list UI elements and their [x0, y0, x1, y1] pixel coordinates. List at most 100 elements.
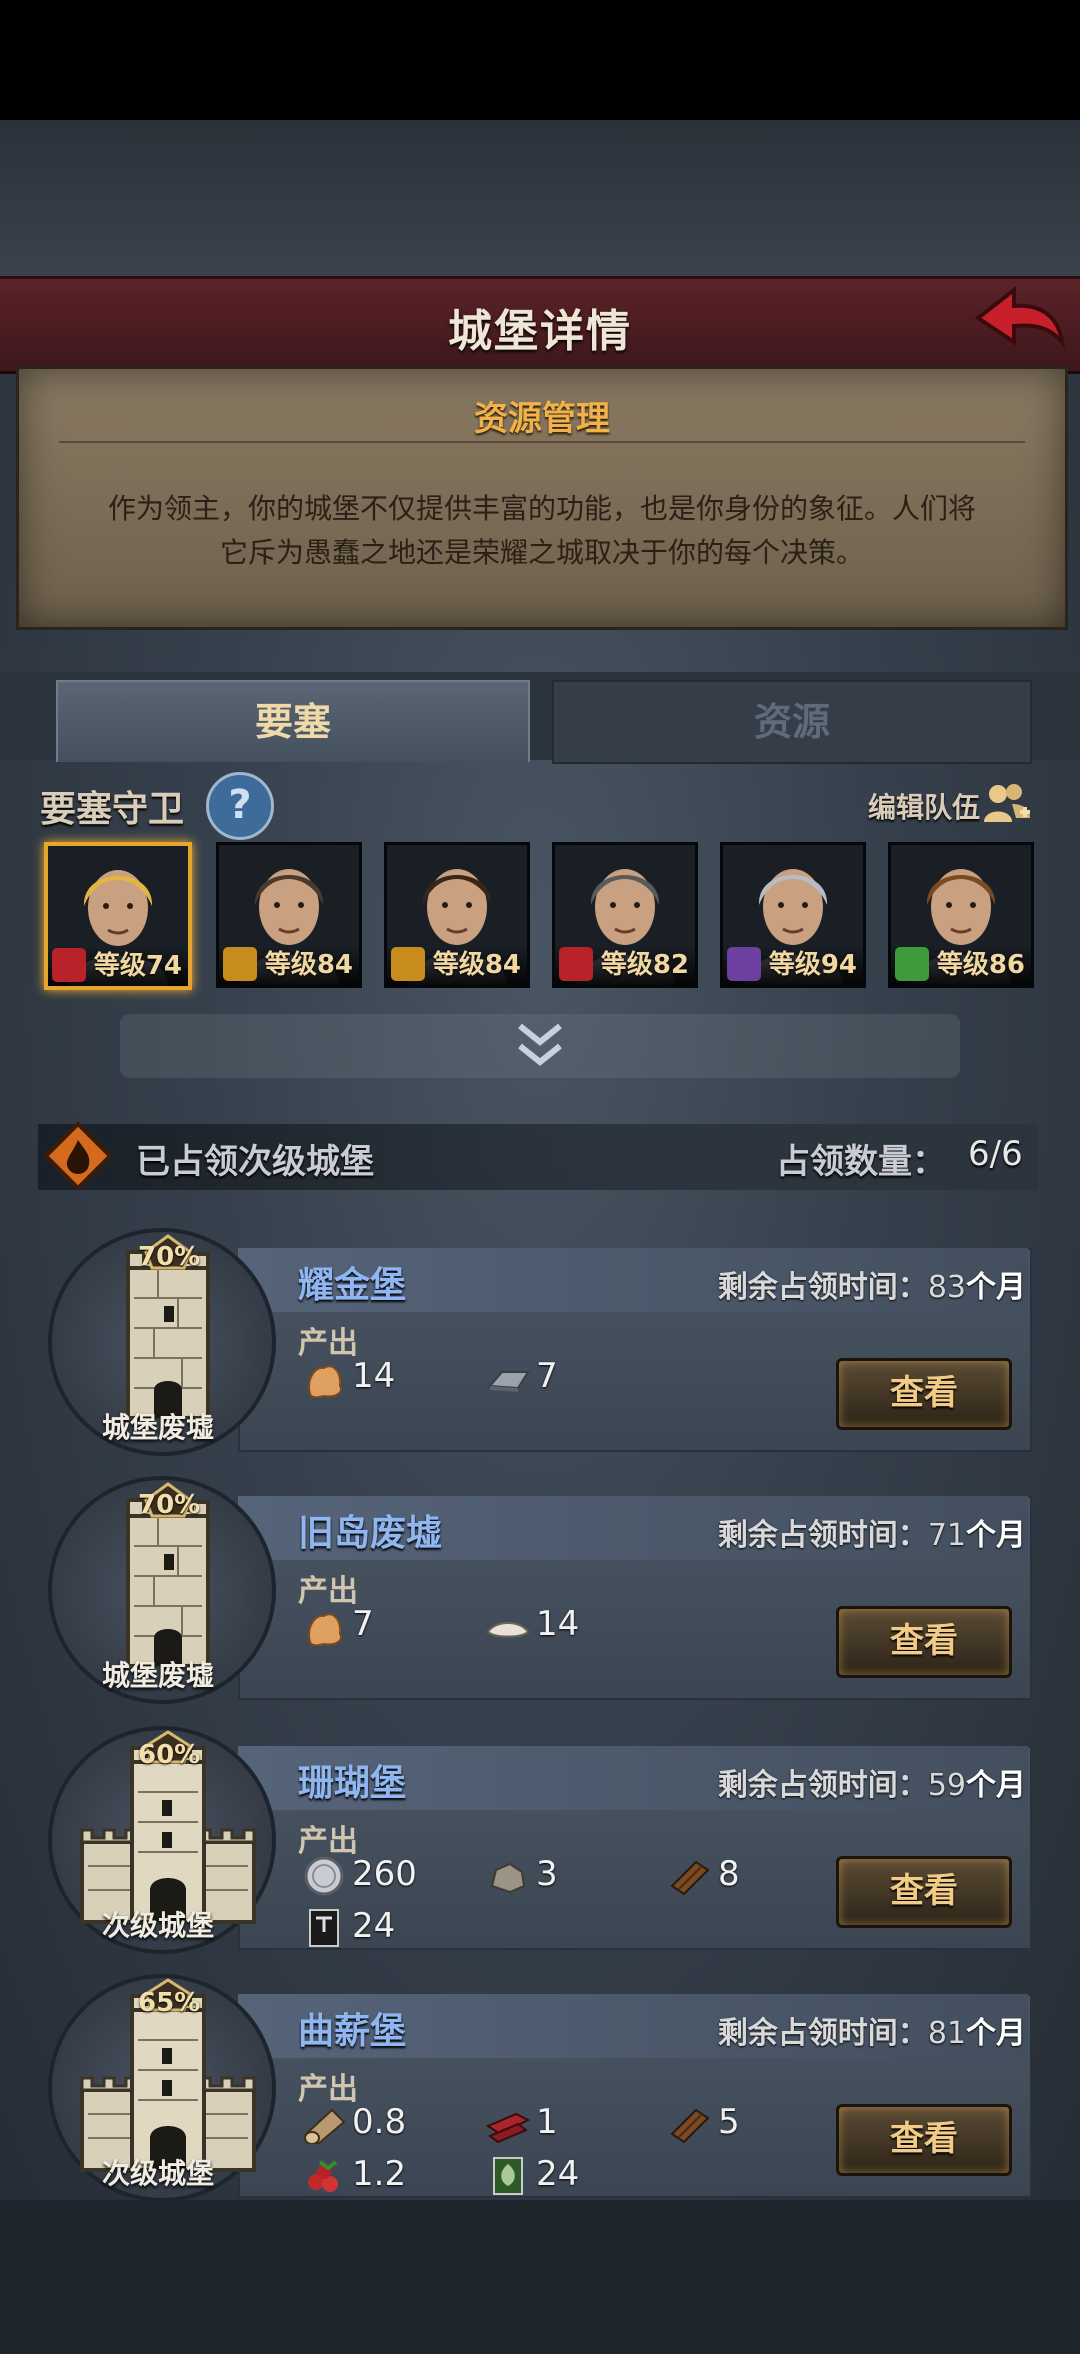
resource-item: 0.8	[302, 2102, 407, 2145]
resource-value: 1	[536, 2102, 558, 2142]
red-plank-icon	[485, 2104, 531, 2144]
grain-icon	[302, 1606, 346, 1646]
edit-team-icon[interactable]	[982, 782, 1032, 826]
resource-item: 7	[302, 1604, 374, 1646]
castle-percent: 70%	[138, 1242, 201, 1272]
description-line-2: 它斥为愚蠢之地还是荣耀之城取决于你的每个决策。	[219, 536, 864, 569]
hero-level: 等级74	[93, 951, 182, 981]
castle-type: 次级城堡	[101, 2157, 214, 2190]
castle-card: 70% 城堡废墟 耀金堡 剩余占领时间：83个月 产出 查看 14 7	[38, 1228, 1032, 1456]
remaining-time-value: 81	[927, 2016, 966, 2051]
resource-item: 260	[302, 1854, 417, 1896]
view-button[interactable]: 查看	[836, 1358, 1012, 1430]
remaining-time-value: 83	[927, 1270, 966, 1305]
occupied-count: 6/6	[968, 1134, 1023, 1174]
info-title: 资源管理	[474, 399, 610, 439]
page-title: 城堡详情	[448, 306, 632, 357]
tab-fortress[interactable]: 要塞	[56, 680, 530, 762]
hero-portrait[interactable]: 等级84	[384, 842, 530, 988]
resource-value: 8	[718, 1854, 740, 1894]
resource-item: 14	[486, 1604, 579, 1646]
help-icon[interactable]: ?	[206, 772, 274, 840]
hero-portrait[interactable]: 等级84	[216, 842, 362, 988]
guards-title: 要塞守卫	[40, 789, 185, 830]
castle-percent: 65%	[138, 1988, 201, 2018]
castle-name: 曲薪堡	[298, 2011, 407, 2052]
hero-portrait[interactable]: 等级74	[44, 842, 192, 990]
silver-coin-icon	[302, 1856, 346, 1896]
remaining-time: 剩余占领时间：59个月	[718, 1760, 1026, 1804]
shield-icon	[391, 947, 425, 981]
hero-level: 等级94	[768, 950, 857, 980]
castle-type: 城堡废墟	[101, 1411, 214, 1444]
view-button[interactable]: 查看	[836, 1606, 1012, 1678]
view-button[interactable]: 查看	[836, 1856, 1012, 1928]
tab-resources[interactable]: 资源	[552, 680, 1032, 764]
staff-icon	[727, 947, 761, 981]
resource-value: 24	[352, 1906, 396, 1946]
plank-icon	[668, 1856, 712, 1896]
header-banner: 城堡详情	[0, 276, 1080, 374]
resource-value: 24	[536, 2154, 580, 2194]
castle-percent: 60%	[138, 1740, 201, 1770]
remaining-time-label: 剩余占领时间：	[717, 1768, 928, 1803]
log-icon	[302, 2104, 346, 2145]
resource-value: 0.8	[352, 2102, 407, 2142]
castle-name: 珊瑚堡	[298, 1763, 407, 1804]
castle-card: 60% 次级城堡 珊瑚堡 剩余占领时间：59个月 产出 查看 260 3 8 24	[38, 1726, 1032, 1954]
remaining-time: 剩余占领时间：83个月	[718, 1262, 1026, 1306]
resource-value: 3	[536, 1854, 558, 1894]
occupied-title: 已占领次级城堡	[136, 1142, 374, 1182]
resource-value: 5	[718, 2102, 740, 2142]
remaining-time-value: 71	[927, 1518, 966, 1553]
hero-portrait[interactable]: 等级82	[552, 842, 698, 988]
expand-chevron-icon[interactable]	[510, 1020, 570, 1072]
info-description: 作为领主，你的城堡不仅提供丰富的功能，也是你身份的象征。人们将 它斥为愚蠢之地还…	[59, 487, 1025, 575]
top-texture	[0, 120, 1080, 280]
salt-icon	[486, 1606, 530, 1646]
black-banner-icon	[302, 1908, 346, 1948]
castle-name: 耀金堡	[298, 1265, 407, 1306]
remaining-time-label: 剩余占领时间：	[717, 1270, 928, 1305]
wolf-icon	[559, 947, 593, 981]
resource-item: 1	[485, 2102, 558, 2144]
resource-item: 24	[302, 1906, 395, 1948]
iron-ingot-icon	[486, 1358, 530, 1398]
remaining-time-unit: 个月	[966, 2016, 1026, 2051]
view-button[interactable]: 查看	[836, 2104, 1012, 2176]
bow-icon	[895, 947, 929, 981]
castle-type: 城堡废墟	[101, 1659, 214, 1692]
castle-card: 70% 城堡废墟 旧岛废墟 剩余占领时间：71个月 产出 查看 7 14	[38, 1476, 1032, 1704]
wolf-icon	[52, 948, 86, 982]
hero-level: 等级84	[432, 950, 521, 980]
resource-value: 14	[536, 1604, 580, 1644]
hero-level: 等级82	[600, 950, 689, 980]
hero-portrait[interactable]: 等级94	[720, 842, 866, 988]
resource-value: 260	[352, 1854, 417, 1894]
hero-portrait[interactable]: 等级86	[888, 842, 1034, 988]
berries-icon	[302, 2156, 346, 2196]
castle-card: 65% 次级城堡 曲薪堡 剩余占领时间：81个月 产出 查看 0.8 1 5 1.2 24	[38, 1974, 1032, 2202]
resource-item: 24	[486, 2154, 579, 2196]
grain-icon	[302, 1358, 346, 1398]
resource-value: 7	[536, 1356, 558, 1396]
hero-level: 等级86	[936, 950, 1025, 980]
divider	[59, 441, 1025, 443]
resource-item: 8	[668, 1854, 740, 1896]
castle-percent: 70%	[138, 1490, 201, 1520]
edit-team-label[interactable]: 编辑队伍	[868, 786, 980, 826]
description-line-1: 作为领主，你的城堡不仅提供丰富的功能，也是你身份的象征。人们将	[107, 492, 976, 525]
remaining-time-unit: 个月	[966, 1518, 1026, 1553]
remaining-time: 剩余占领时间：71个月	[718, 1510, 1026, 1554]
hero-level: 等级84	[264, 950, 353, 980]
remaining-time-unit: 个月	[966, 1270, 1026, 1305]
remaining-time-label: 剩余占领时间：	[717, 1518, 928, 1553]
resource-item: 3	[486, 1854, 558, 1896]
info-panel: 资源管理 作为领主，你的城堡不仅提供丰富的功能，也是你身份的象征。人们将 它斥为…	[16, 366, 1068, 630]
bottom-area	[0, 2200, 1080, 2354]
resource-value: 7	[352, 1604, 374, 1644]
screen: 城堡详情 资源管理 作为领主，你的城堡不仅提供丰富的功能，也是你身份的象征。人们…	[0, 0, 1080, 2354]
remaining-time-value: 59	[927, 1768, 966, 1803]
castle-type: 次级城堡	[101, 1909, 214, 1942]
back-arrow-icon[interactable]	[968, 280, 1068, 360]
